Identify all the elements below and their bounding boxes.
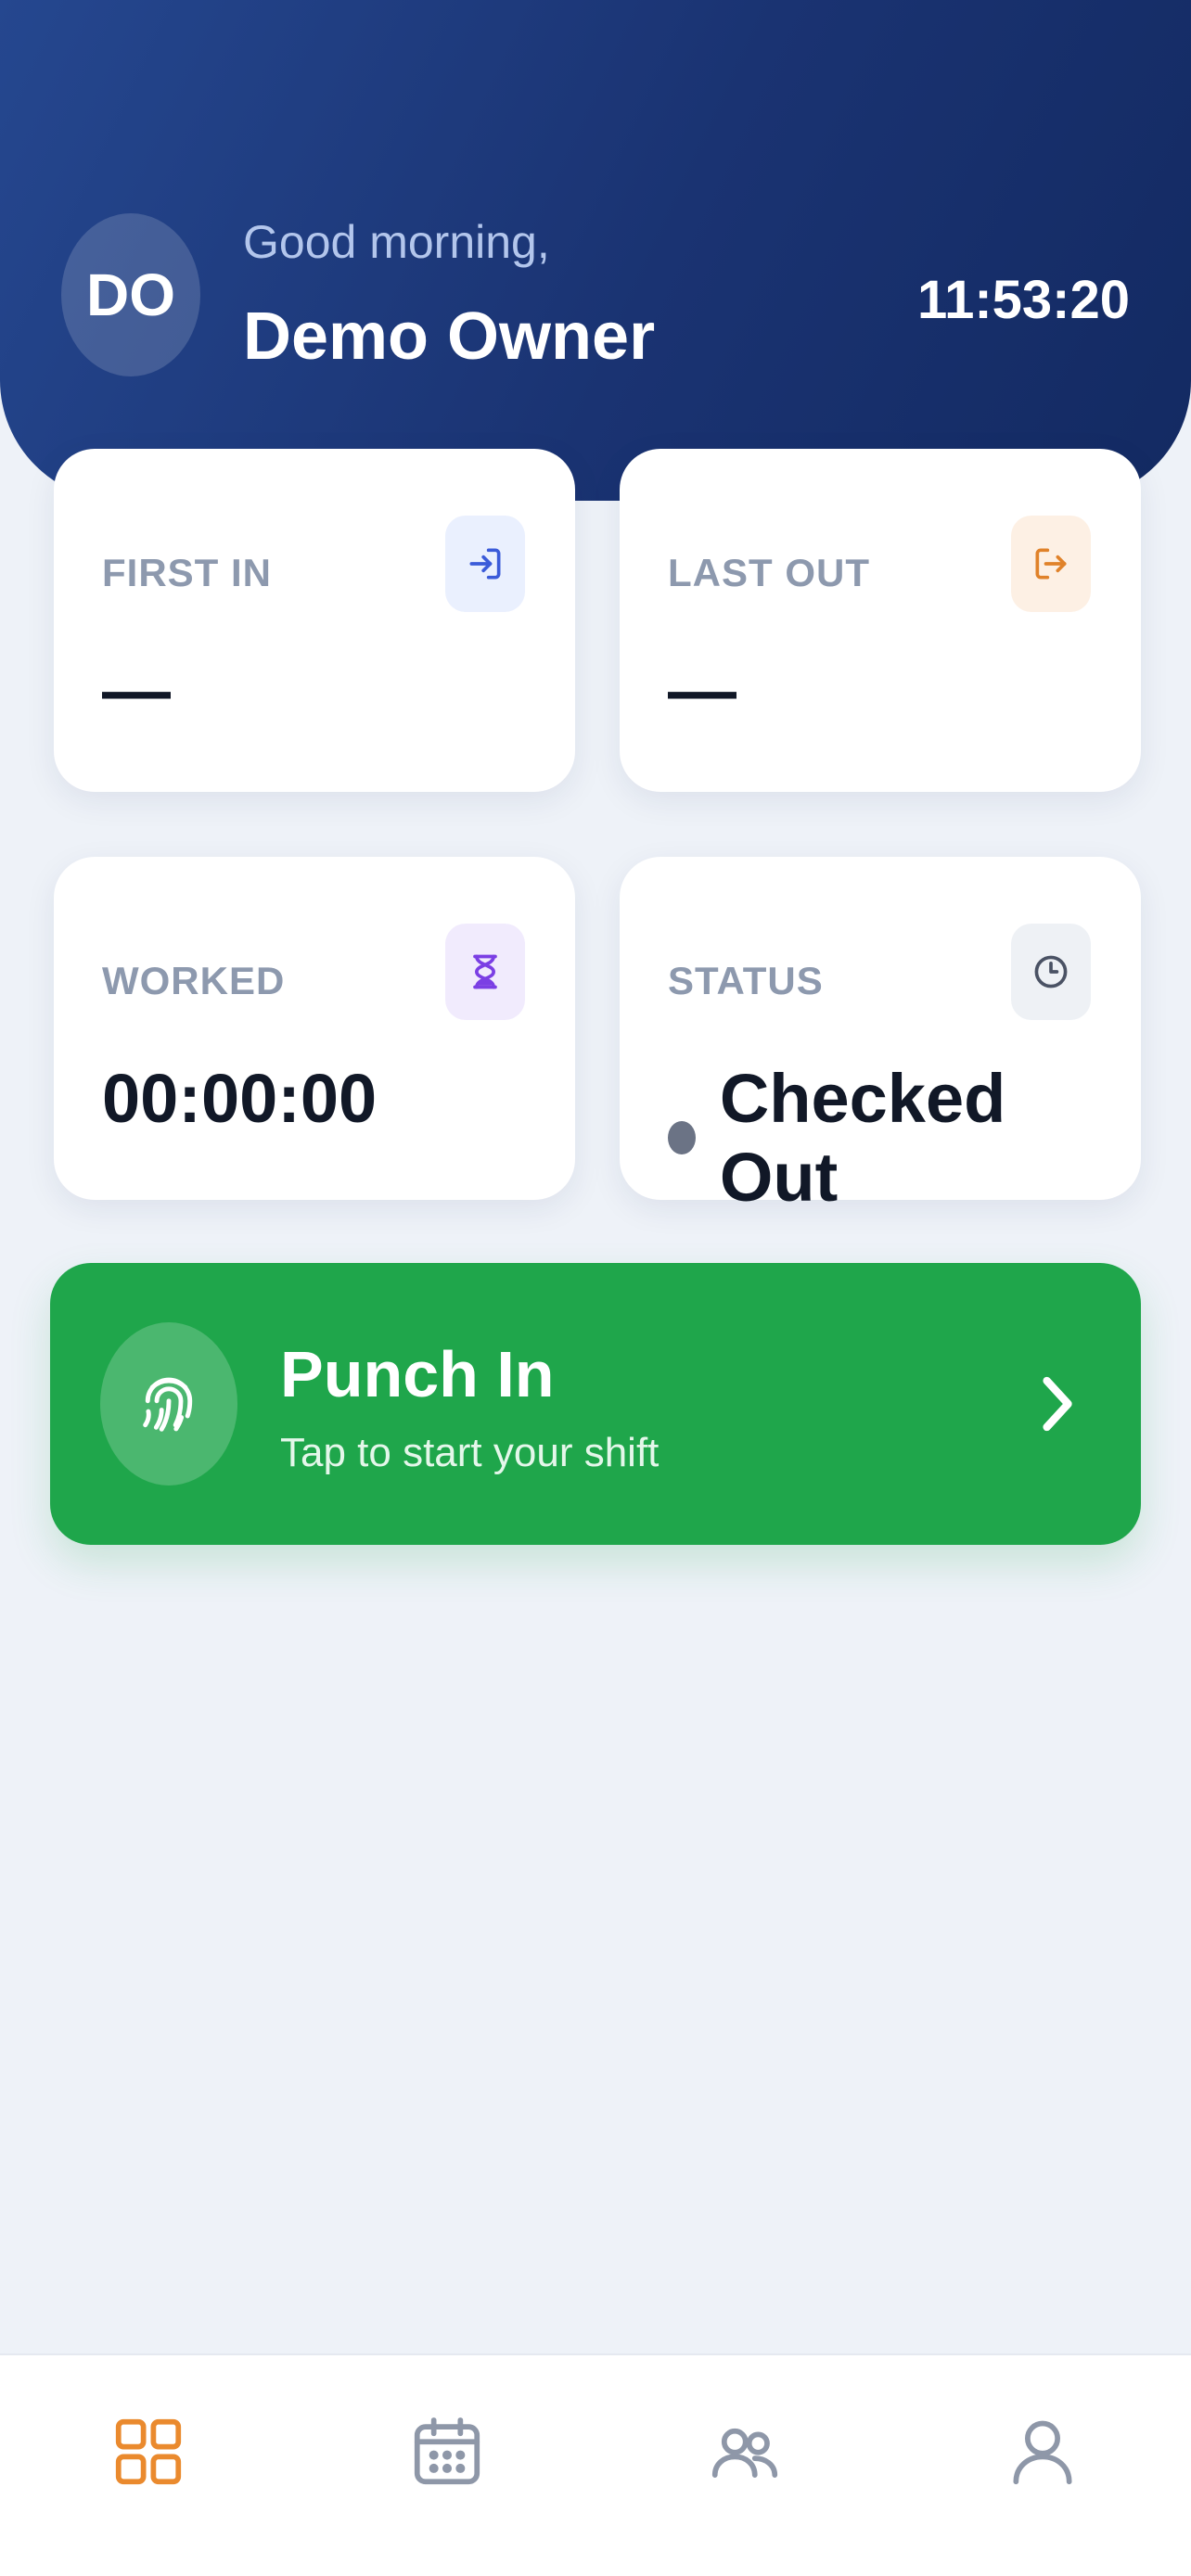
team-icon — [711, 2428, 778, 2478]
nav-item-home[interactable] — [93, 2407, 204, 2509]
logout-icon — [1011, 516, 1091, 612]
login-icon — [445, 516, 525, 612]
calendar-icon — [414, 2417, 480, 2485]
avatar[interactable]: DO — [61, 213, 200, 376]
first-in-label: FIRST IN — [102, 551, 272, 594]
nav-item-calendar[interactable] — [391, 2407, 503, 2509]
punch-in-button[interactable]: Punch In Tap to start your shift — [50, 1263, 1141, 1545]
header: DO Good morning, Demo Owner 11:53:20 — [0, 0, 1191, 501]
hourglass-icon — [445, 924, 525, 1020]
status-label: STATUS — [668, 959, 824, 1002]
clock-icon — [1011, 924, 1091, 1020]
fingerprint-icon — [100, 1322, 237, 1486]
last-out-card: LAST OUT — — [620, 449, 1141, 792]
worked-value: 00:00:00 — [102, 1060, 378, 1137]
status-value: Checked Out — [719, 1060, 1006, 1216]
worked-label: WORKED — [102, 959, 286, 1002]
worked-card: WORKED 00:00:00 — [54, 857, 575, 1200]
greeting-text: Good morning, — [243, 216, 550, 268]
status-dot — [668, 1121, 696, 1154]
status-card: STATUS Checked Out — [620, 857, 1141, 1216]
last-out-label: LAST OUT — [668, 551, 870, 594]
punch-in-title: Punch In — [280, 1338, 555, 1410]
last-out-value: — — [668, 652, 736, 729]
home-screen: DO Good morning, Demo Owner 11:53:20 FIR… — [0, 0, 1191, 2576]
profile-icon — [1013, 2420, 1072, 2485]
nav-item-profile[interactable] — [987, 2407, 1098, 2509]
punch-in-subtitle: Tap to start your shift — [280, 1430, 660, 1475]
grid-icon — [115, 2418, 182, 2485]
user-name: Demo Owner — [243, 300, 656, 374]
bottom-nav — [0, 2353, 1191, 2576]
first-in-value: — — [102, 652, 171, 729]
nav-item-team[interactable] — [689, 2407, 800, 2509]
first-in-card: FIRST IN — — [54, 449, 575, 792]
chevron-right-icon — [1043, 1376, 1072, 1432]
clock: 11:53:20 — [917, 270, 1130, 330]
status-value-row: Checked Out — [668, 1059, 1141, 1217]
